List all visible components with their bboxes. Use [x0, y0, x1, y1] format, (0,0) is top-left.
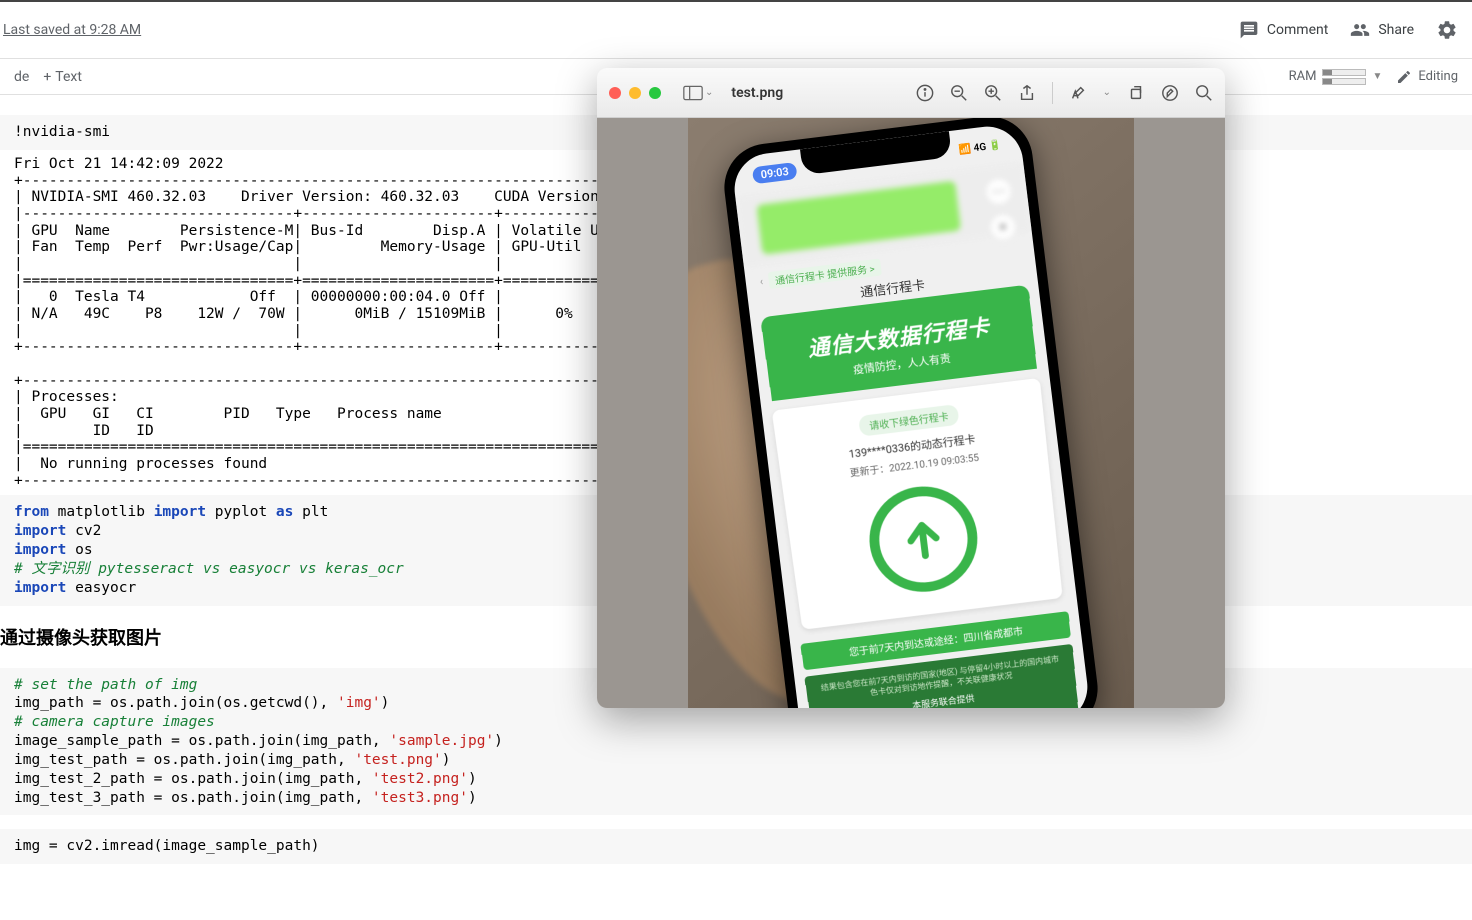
markup-button[interactable] [1069, 84, 1087, 102]
zoom-out-button[interactable] [950, 84, 968, 102]
rotate-button[interactable] [1127, 84, 1145, 102]
close-window-button[interactable] [609, 87, 621, 99]
arrow-up-icon [896, 513, 951, 566]
dropdown-icon: ▼ [1372, 71, 1382, 82]
share-icon [1350, 20, 1370, 40]
pencil-tip-icon [1069, 84, 1087, 102]
traffic-lights [609, 87, 661, 99]
settings-button[interactable] [1436, 19, 1458, 41]
ticket-label: 请收下绿色行程卡 [858, 404, 959, 437]
maximize-window-button[interactable] [649, 87, 661, 99]
editing-mode-button[interactable]: Editing [1396, 69, 1458, 85]
share-icon-preview [1018, 84, 1036, 102]
ram-label: RAM [1289, 69, 1317, 84]
phone-time: 09:03 [752, 162, 798, 184]
header-bar: Last saved at 9:28 AM Comment Share [0, 2, 1472, 59]
comment-icon [1239, 20, 1259, 40]
code-cell-4[interactable]: img = cv2.imread(image_sample_path) [0, 829, 1472, 864]
add-text-button[interactable]: + Text [43, 69, 82, 85]
back-icon: ‹ [759, 275, 764, 288]
zoom-in-button[interactable] [984, 84, 1002, 102]
editing-label: Editing [1418, 69, 1458, 84]
close-icon: × [987, 212, 1018, 243]
last-saved-text[interactable]: Last saved at 9:28 AM [3, 22, 141, 38]
rotate-icon [1127, 84, 1145, 102]
sidebar-icon [683, 85, 703, 101]
comment-label: Comment [1267, 22, 1328, 38]
share-label: Share [1378, 22, 1414, 38]
highlight-button[interactable] [1161, 84, 1179, 102]
phone-mockup: 09:03 📶 4G 🔋 ⋯ × ‹ 通信行程卡 提供服务 > [719, 118, 1102, 708]
search-button[interactable] [1195, 84, 1213, 102]
add-code-button[interactable]: de [14, 69, 29, 85]
highlight-icon [1161, 84, 1179, 102]
pencil-icon [1396, 69, 1412, 85]
ram-indicator[interactable]: RAM ▼ [1289, 69, 1383, 85]
chevron-down-icon: ⌄ [705, 87, 713, 98]
phone-signal-icons: 📶 4G 🔋 [958, 139, 1001, 155]
markup-dropdown-icon[interactable]: ⌄ [1103, 87, 1111, 98]
preview-titlebar[interactable]: ⌄ test.png ⌄ [597, 68, 1225, 118]
share-button[interactable]: Share [1350, 20, 1414, 40]
preview-image-area: 09:03 📶 4G 🔋 ⋯ × ‹ 通信行程卡 提供服务 > [597, 118, 1225, 708]
search-icon [1195, 84, 1213, 102]
preview-window[interactable]: ⌄ test.png ⌄ 09:03 📶 4G 🔋 [597, 68, 1225, 708]
more-icon: ⋯ [983, 176, 1014, 207]
info-icon [916, 84, 934, 102]
header-actions: Comment Share [1239, 19, 1458, 41]
minimize-window-button[interactable] [629, 87, 641, 99]
share-button-preview[interactable] [1018, 84, 1036, 102]
info-button[interactable] [916, 84, 934, 102]
photo-content: 09:03 📶 4G 🔋 ⋯ × ‹ 通信行程卡 提供服务 > [688, 118, 1134, 708]
zoom-out-icon [950, 84, 968, 102]
zoom-in-icon [984, 84, 1002, 102]
travel-ticket: 请收下绿色行程卡 139****0336的动态行程卡 更新于：2022.10.1… [772, 378, 1063, 630]
ram-bars [1322, 69, 1366, 85]
green-arrow-badge [863, 480, 983, 598]
comment-button[interactable]: Comment [1239, 20, 1328, 40]
add-text-label: Text [55, 69, 82, 85]
preview-filename: test.png [731, 85, 783, 101]
gear-icon [1436, 19, 1458, 41]
sidebar-toggle-button[interactable]: ⌄ [683, 85, 713, 101]
preview-toolbar: ⌄ [916, 82, 1213, 104]
